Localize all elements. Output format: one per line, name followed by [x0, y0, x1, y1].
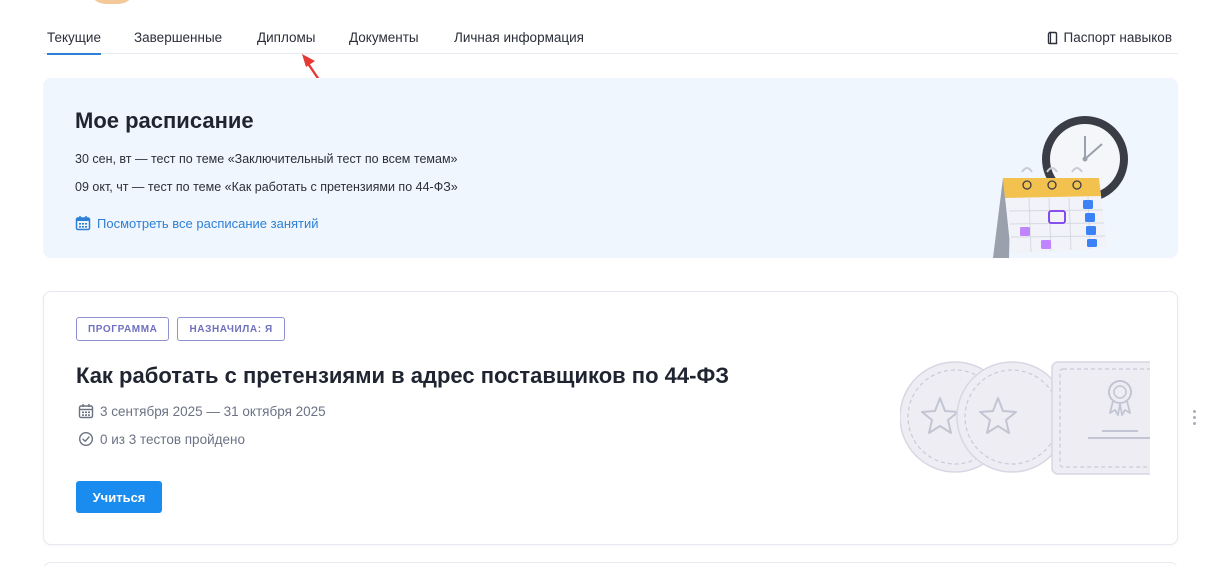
- check-circle-icon: [78, 431, 94, 447]
- view-schedule-link[interactable]: Посмотреть все расписание занятий: [75, 215, 319, 231]
- certificate-illustration: [900, 361, 1150, 475]
- view-schedule-label: Посмотреть все расписание занятий: [97, 215, 319, 231]
- tag-program: ПРОГРАММА: [76, 317, 170, 341]
- program-tags: ПРОГРАММА НАЗНАЧИЛА: Я: [76, 317, 285, 341]
- tab-documents[interactable]: Документы: [349, 30, 419, 45]
- tab-diplomas[interactable]: Дипломы: [257, 30, 316, 45]
- program-dates-text: 3 сентября 2025 — 31 октября 2025: [100, 403, 326, 419]
- tab-completed[interactable]: Завершенные: [134, 30, 222, 45]
- tag-assigned-by: НАЗНАЧИЛА: Я: [177, 317, 285, 341]
- more-options-icon[interactable]: [1191, 410, 1197, 428]
- program-tests: 0 из 3 тестов пройдено: [78, 431, 245, 447]
- program-title[interactable]: Как работать с претензиями в адрес поста…: [76, 363, 729, 389]
- program-card-next: [43, 562, 1178, 566]
- page: Текущие Завершенные Дипломы Документы Ли…: [0, 0, 1230, 566]
- tab-current[interactable]: Текущие: [47, 30, 101, 55]
- avatar[interactable]: [88, 0, 136, 4]
- tab-personal-info[interactable]: Личная информация: [454, 30, 584, 45]
- skills-passport-label: Паспорт навыков: [1063, 30, 1172, 45]
- schedule-title: Мое расписание: [75, 108, 254, 133]
- schedule-item: 09 окт, чт — тест по теме «Как работать …: [75, 180, 458, 194]
- schedule-card: Мое расписание 30 сен, вт — тест по теме…: [43, 78, 1178, 258]
- program-tests-text: 0 из 3 тестов пройдено: [100, 431, 245, 447]
- calendar-icon: [75, 216, 91, 231]
- program-dates: 3 сентября 2025 — 31 октября 2025: [78, 403, 326, 419]
- schedule-item: 30 сен, вт — тест по теме «Заключительны…: [75, 152, 458, 166]
- learn-button[interactable]: Учиться: [76, 481, 162, 513]
- document-icon: [1048, 31, 1058, 44]
- tab-bar: Текущие Завершенные Дипломы Документы Ли…: [43, 22, 1178, 55]
- calendar-icon: [78, 404, 94, 419]
- program-card: ПРОГРАММА НАЗНАЧИЛА: Я Как работать с пр…: [43, 291, 1178, 545]
- calendar-clock-illustration: [993, 116, 1128, 258]
- skills-passport-link[interactable]: Паспорт навыков: [1047, 30, 1172, 45]
